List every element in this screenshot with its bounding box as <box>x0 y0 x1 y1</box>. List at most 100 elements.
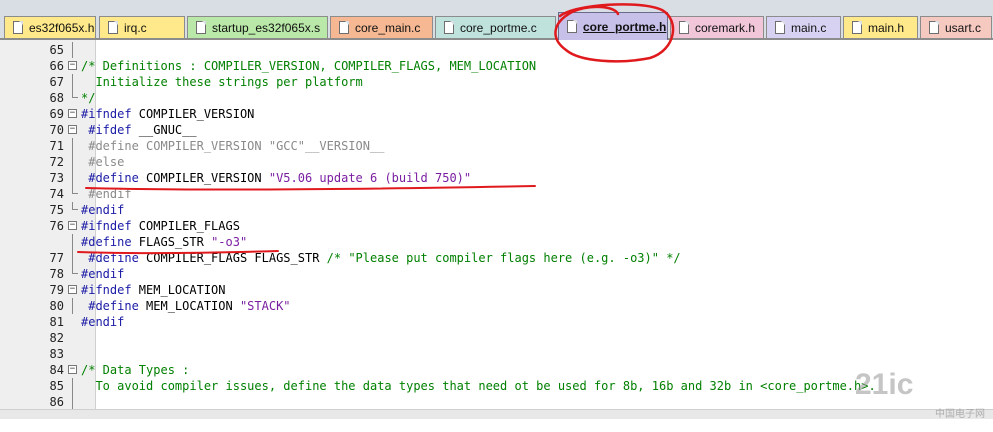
file-icon <box>929 21 939 34</box>
code-token-string: "-o3" <box>211 235 248 249</box>
code-line[interactable]: #define FLAGS_STR "-o3" <box>0 234 993 250</box>
tab-main-h[interactable]: main.h <box>843 16 918 38</box>
code-token-directive: #endif <box>81 267 125 281</box>
tab-usart-c[interactable]: usart.c <box>920 16 992 38</box>
code-line[interactable]: 84−/* Data Types : <box>0 362 993 378</box>
fold-guide <box>72 250 73 266</box>
file-icon <box>567 20 577 33</box>
tab-es32f065x-h[interactable]: es32f065x.h <box>4 16 96 38</box>
code-line[interactable]: 85 To avoid compiler issues, define the … <box>0 378 993 394</box>
fold-toggle-icon[interactable]: − <box>68 285 77 294</box>
tab-label: es32f065x.h <box>29 21 95 35</box>
line-number: 66 <box>49 59 64 73</box>
code-line[interactable]: 72 #else <box>0 154 993 170</box>
tab-irq-c[interactable]: irq.c <box>99 16 185 38</box>
code-line[interactable]: 77 #define COMPILER_FLAGS FLAGS_STR /* "… <box>0 250 993 266</box>
tab-label: irq.c <box>124 21 147 35</box>
code-token-inactive: #else <box>81 155 125 169</box>
code-token-plain: COMPILER_VERSION <box>131 107 255 121</box>
code-text: #endif <box>81 266 124 282</box>
line-number: 78 <box>49 267 64 281</box>
code-token-plain: MEM_LOCATION <box>138 299 240 313</box>
file-icon <box>196 21 206 34</box>
fold-toggle-icon[interactable]: − <box>68 61 77 70</box>
tab-main-c[interactable]: main.c <box>766 16 841 38</box>
tab-coremark-h[interactable]: coremark.h <box>670 16 764 38</box>
line-number: 86 <box>49 395 64 409</box>
fold-guide <box>72 234 73 250</box>
code-line[interactable]: 67 Initialize these strings per platform <box>0 74 993 90</box>
tab-core-main-c[interactable]: core_main.c <box>330 16 433 38</box>
code-token-comment: /* Data Types : <box>81 363 190 377</box>
code-line[interactable]: 82 <box>0 330 993 346</box>
code-text: #endif <box>81 186 131 202</box>
code-line[interactable]: 75 #endif <box>0 202 993 218</box>
code-token-comment: /* Definitions : COMPILER_VERSION, COMPI… <box>81 59 537 73</box>
code-line[interactable]: 69− #ifndef COMPILER_VERSION <box>0 106 993 122</box>
code-text: #ifdef __GNUC__ <box>81 122 196 138</box>
tab-label: main.c <box>791 21 827 35</box>
tab-label: core_main.c <box>355 21 421 35</box>
line-number: 72 <box>49 155 64 169</box>
code-text: #define MEM_LOCATION "STACK" <box>81 298 290 314</box>
line-number: 67 <box>49 75 64 89</box>
code-line[interactable]: 71 #define COMPILER_VERSION "GCC"__VERSI… <box>0 138 993 154</box>
file-icon <box>679 21 689 34</box>
code-line[interactable]: 68 */ <box>0 90 993 106</box>
watermark-logo: 21ic 中国电子网 <box>855 368 985 420</box>
line-number: 77 <box>49 251 64 265</box>
code-line[interactable]: 81 #endif <box>0 314 993 330</box>
line-number: 69 <box>49 107 64 121</box>
code-text: #define COMPILER_FLAGS FLAGS_STR /* "Ple… <box>81 250 680 266</box>
code-line[interactable]: 74 #endif <box>0 186 993 202</box>
code-text: #ifndef MEM_LOCATION <box>81 282 226 298</box>
code-line[interactable]: 65 <box>0 42 993 58</box>
code-token-comment: To avoid compiler issues, define the dat… <box>81 379 876 393</box>
code-token-plain: COMPILER_FLAGS FLAGS_STR <box>138 251 327 265</box>
line-number: 75 <box>49 203 64 217</box>
line-number: 71 <box>49 139 64 153</box>
code-editor[interactable]: 65 66−/* Definitions : COMPILER_VERSION, … <box>0 40 993 418</box>
file-icon <box>108 21 118 34</box>
code-line[interactable]: 78 #endif <box>0 266 993 282</box>
fold-toggle-icon[interactable]: − <box>68 221 77 230</box>
code-token-plain: FLAGS_STR <box>131 235 212 249</box>
code-text: #define FLAGS_STR "-o3" <box>81 234 247 250</box>
tab-startup-es32f065x-s[interactable]: startup_es32f065x.s <box>187 16 328 38</box>
tab-core-portme-h[interactable]: core_portme.h <box>558 12 668 40</box>
file-icon <box>444 21 454 34</box>
line-number: 79 <box>49 283 64 297</box>
code-text: #ifndef COMPILER_FLAGS <box>81 218 240 234</box>
line-number: 81 <box>49 315 64 329</box>
code-line[interactable]: 80 #define MEM_LOCATION "STACK" <box>0 298 993 314</box>
code-token-directive: #define <box>81 299 139 313</box>
code-line[interactable]: 83 <box>0 346 993 362</box>
code-token-inactive: #define COMPILER_VERSION "GCC"__VERSION_… <box>81 139 385 153</box>
line-number: 80 <box>49 299 64 313</box>
code-text: To avoid compiler issues, define the dat… <box>81 378 876 394</box>
code-text: /* Definitions : COMPILER_VERSION, COMPI… <box>81 58 536 74</box>
line-number: 85 <box>49 379 64 393</box>
fold-guide <box>72 138 73 154</box>
fold-end-marker <box>72 186 78 194</box>
fold-toggle-icon[interactable]: − <box>68 125 77 134</box>
code-line[interactable]: 70− #ifdef __GNUC__ <box>0 122 993 138</box>
code-line[interactable]: 86 <box>0 394 993 410</box>
code-line[interactable]: 66−/* Definitions : COMPILER_VERSION, CO… <box>0 58 993 74</box>
code-line[interactable]: 76− #ifndef COMPILER_FLAGS <box>0 218 993 234</box>
line-number: 84 <box>49 363 64 377</box>
fold-guide <box>72 298 73 314</box>
fold-guide <box>72 154 73 170</box>
code-text: Initialize these strings per platform <box>81 74 363 90</box>
code-token-directive: #define <box>81 171 139 185</box>
code-token-comment: Initialize these strings per platform <box>81 75 363 89</box>
code-token-directive: #endif <box>81 203 125 217</box>
fold-guide <box>72 42 73 58</box>
code-line[interactable]: 79− #ifndef MEM_LOCATION <box>0 282 993 298</box>
tab-core-portme-c[interactable]: core_portme.c <box>435 16 556 38</box>
fold-toggle-icon[interactable]: − <box>68 109 77 118</box>
code-token-plain: COMPILER_FLAGS <box>131 219 240 233</box>
code-line[interactable]: 73 #define COMPILER_VERSION "V5.06 updat… <box>0 170 993 186</box>
fold-toggle-icon[interactable]: − <box>68 365 77 374</box>
fold-guide <box>72 394 73 410</box>
